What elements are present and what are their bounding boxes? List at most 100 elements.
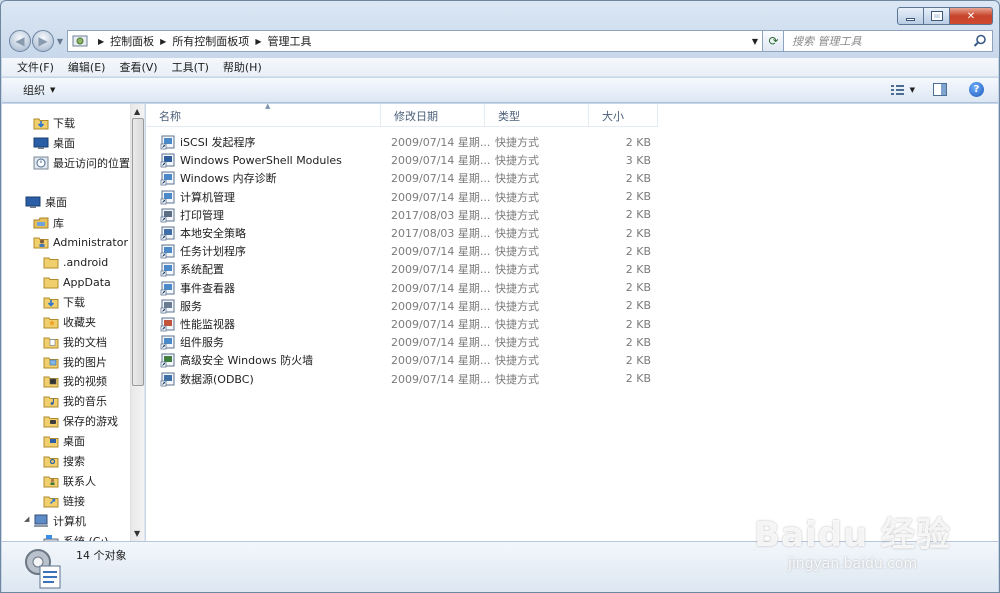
- maximize-icon: [930, 11, 943, 21]
- nav-item[interactable]: 库: [33, 214, 64, 232]
- nav-item[interactable]: 下载: [33, 114, 75, 132]
- file-row[interactable]: 高级安全 Windows 防火墙 2009/07/14 星期... 快捷方式 2 KB: [146, 351, 651, 369]
- nav-item-label: 系统 (C:): [63, 533, 108, 541]
- menu-item[interactable]: 编辑(E): [61, 59, 113, 75]
- nav-item[interactable]: 系统 (C:): [43, 532, 108, 541]
- menu-item[interactable]: 文件(F): [10, 59, 61, 75]
- breadcrumb-separator-icon[interactable]: ▶: [255, 37, 261, 46]
- back-button[interactable]: ◀: [9, 30, 31, 52]
- file-row[interactable]: iSCSI 发起程序 2009/07/14 星期... 快捷方式 2 KB: [146, 133, 651, 151]
- column-header-size[interactable]: 大小: [589, 104, 658, 127]
- column-label-date: 修改日期: [394, 109, 438, 123]
- file-row[interactable]: 打印管理 2017/08/03 星期... 快捷方式 2 KB: [146, 206, 651, 224]
- file-row[interactable]: 本地安全策略 2017/08/03 星期... 快捷方式 2 KB: [146, 224, 651, 242]
- breadcrumb-item[interactable]: 所有控制面板项: [172, 33, 249, 49]
- file-row[interactable]: 计算机管理 2009/07/14 星期... 快捷方式 2 KB: [146, 188, 651, 206]
- file-row[interactable]: 系统配置 2009/07/14 星期... 快捷方式 2 KB: [146, 260, 651, 278]
- file-date: 2009/07/14 星期...: [391, 245, 491, 259]
- admin-tools-large-icon: [25, 549, 61, 589]
- nav-item[interactable]: 搜索: [43, 452, 85, 470]
- nav-item-label: 下载: [53, 117, 75, 130]
- close-button[interactable]: ✕: [950, 7, 993, 25]
- view-options-icon[interactable]: [890, 83, 906, 97]
- file-size: 2 KB: [625, 190, 651, 204]
- address-bar[interactable]: ▶ 控制面板 ▶ 所有控制面板项 ▶ 管理工具 ▼: [67, 30, 763, 52]
- nav-item[interactable]: 计算机: [33, 512, 86, 530]
- nav-item-label: Administrator: [53, 235, 128, 249]
- recent-places-icon: [33, 156, 49, 170]
- forward-button[interactable]: ▶: [32, 30, 54, 52]
- preview-pane-icon[interactable]: [933, 83, 947, 96]
- file-size: 2 KB: [625, 372, 651, 386]
- nav-item[interactable]: 我的文档: [43, 333, 107, 351]
- column-header-date[interactable]: 修改日期: [381, 104, 485, 127]
- nav-item[interactable]: 下载: [43, 293, 85, 311]
- file-row[interactable]: Windows 内存诊断 2009/07/14 星期... 快捷方式 2 KB: [146, 169, 651, 187]
- chevron-down-icon: ▼: [50, 86, 56, 94]
- file-row[interactable]: 任务计划程序 2009/07/14 星期... 快捷方式 2 KB: [146, 242, 651, 260]
- nav-item[interactable]: 我的图片: [43, 353, 107, 371]
- forward-arrow-icon: ▶: [38, 34, 48, 48]
- organize-button[interactable]: 组织 ▼: [23, 82, 55, 98]
- shortcut-icon: [160, 153, 175, 168]
- nav-item[interactable]: 桌面: [43, 432, 85, 450]
- file-row[interactable]: 服务 2009/07/14 星期... 快捷方式 2 KB: [146, 297, 651, 315]
- file-size: 2 KB: [625, 226, 651, 240]
- file-row[interactable]: 事件查看器 2009/07/14 星期... 快捷方式 2 KB: [146, 279, 651, 297]
- file-date: 2009/07/14 星期...: [391, 372, 491, 386]
- nav-item[interactable]: 联系人: [43, 472, 96, 490]
- shortcut-icon: [160, 262, 175, 277]
- nav-item[interactable]: 链接: [43, 492, 85, 510]
- file-row[interactable]: Windows PowerShell Modules 2009/07/14 星期.…: [146, 151, 651, 169]
- minimize-button[interactable]: [897, 7, 924, 25]
- nav-item[interactable]: .android: [43, 253, 108, 271]
- scroll-up-icon[interactable]: ▲: [134, 107, 140, 116]
- search-icon[interactable]: [973, 34, 987, 48]
- search-box[interactable]: 搜索 管理工具: [783, 30, 993, 52]
- nav-item[interactable]: 桌面: [25, 193, 67, 211]
- file-row[interactable]: 数据源(ODBC) 2009/07/14 星期... 快捷方式 2 KB: [146, 370, 651, 388]
- nav-item-label: AppData: [63, 275, 111, 289]
- nav-item[interactable]: 桌面: [33, 134, 75, 152]
- breadcrumb-item[interactable]: 管理工具: [267, 33, 311, 49]
- recent-pages-dropdown[interactable]: ▼: [54, 37, 66, 46]
- nav-item-label: 搜索: [63, 455, 85, 468]
- file-date: 2009/07/14 星期...: [391, 136, 491, 149]
- menu-item[interactable]: 工具(T): [165, 59, 216, 75]
- breadcrumb-separator-icon[interactable]: ▶: [160, 37, 166, 46]
- file-row[interactable]: 性能监视器 2009/07/14 星期... 快捷方式 2 KB: [146, 315, 651, 333]
- nav-item-label: .android: [63, 255, 109, 269]
- nav-item[interactable]: 我的音乐: [43, 392, 107, 410]
- shortcut-icon: [160, 190, 175, 204]
- menu-item[interactable]: 查看(V): [112, 59, 164, 75]
- scroll-down-icon[interactable]: ▼: [134, 529, 140, 538]
- file-type: 快捷方式: [495, 245, 539, 259]
- file-name: 组件服务: [180, 336, 224, 350]
- nav-item-label: 链接: [63, 495, 85, 508]
- help-icon[interactable]: ?: [969, 82, 984, 97]
- nav-item[interactable]: 收藏夹: [43, 313, 96, 331]
- breadcrumb-item[interactable]: 控制面板: [110, 33, 154, 49]
- scrollbar-thumb[interactable]: [132, 118, 144, 386]
- column-header-type[interactable]: 类型: [485, 104, 589, 127]
- file-type: 快捷方式: [495, 318, 539, 331]
- refresh-button[interactable]: ⟳: [763, 30, 785, 52]
- column-header-name[interactable]: 名称 ▲: [146, 102, 381, 127]
- view-dropdown-icon[interactable]: ▼: [910, 86, 915, 94]
- address-dropdown-icon[interactable]: ▼: [752, 37, 758, 46]
- menu-item[interactable]: 帮助(H): [216, 59, 269, 75]
- file-date: 2009/07/14 星期...: [391, 154, 491, 168]
- file-type: 快捷方式: [495, 281, 539, 295]
- file-row[interactable]: 组件服务 2009/07/14 星期... 快捷方式 2 KB: [146, 333, 651, 351]
- nav-item[interactable]: 保存的游戏: [43, 412, 118, 430]
- nav-item[interactable]: 最近访问的位置: [33, 154, 130, 172]
- nav-item[interactable]: 我的视频: [43, 372, 107, 390]
- navigation-scrollbar[interactable]: ▲ ▼: [130, 104, 144, 541]
- tree-expander-icon[interactable]: ◢: [24, 515, 29, 523]
- maximize-button[interactable]: [924, 7, 950, 25]
- nav-item[interactable]: Administrator: [33, 233, 128, 251]
- breadcrumb-separator-icon[interactable]: ▶: [98, 37, 104, 46]
- back-arrow-icon: ◀: [15, 34, 25, 48]
- nav-item-label: 下载: [63, 296, 85, 309]
- nav-item[interactable]: AppData: [43, 273, 111, 291]
